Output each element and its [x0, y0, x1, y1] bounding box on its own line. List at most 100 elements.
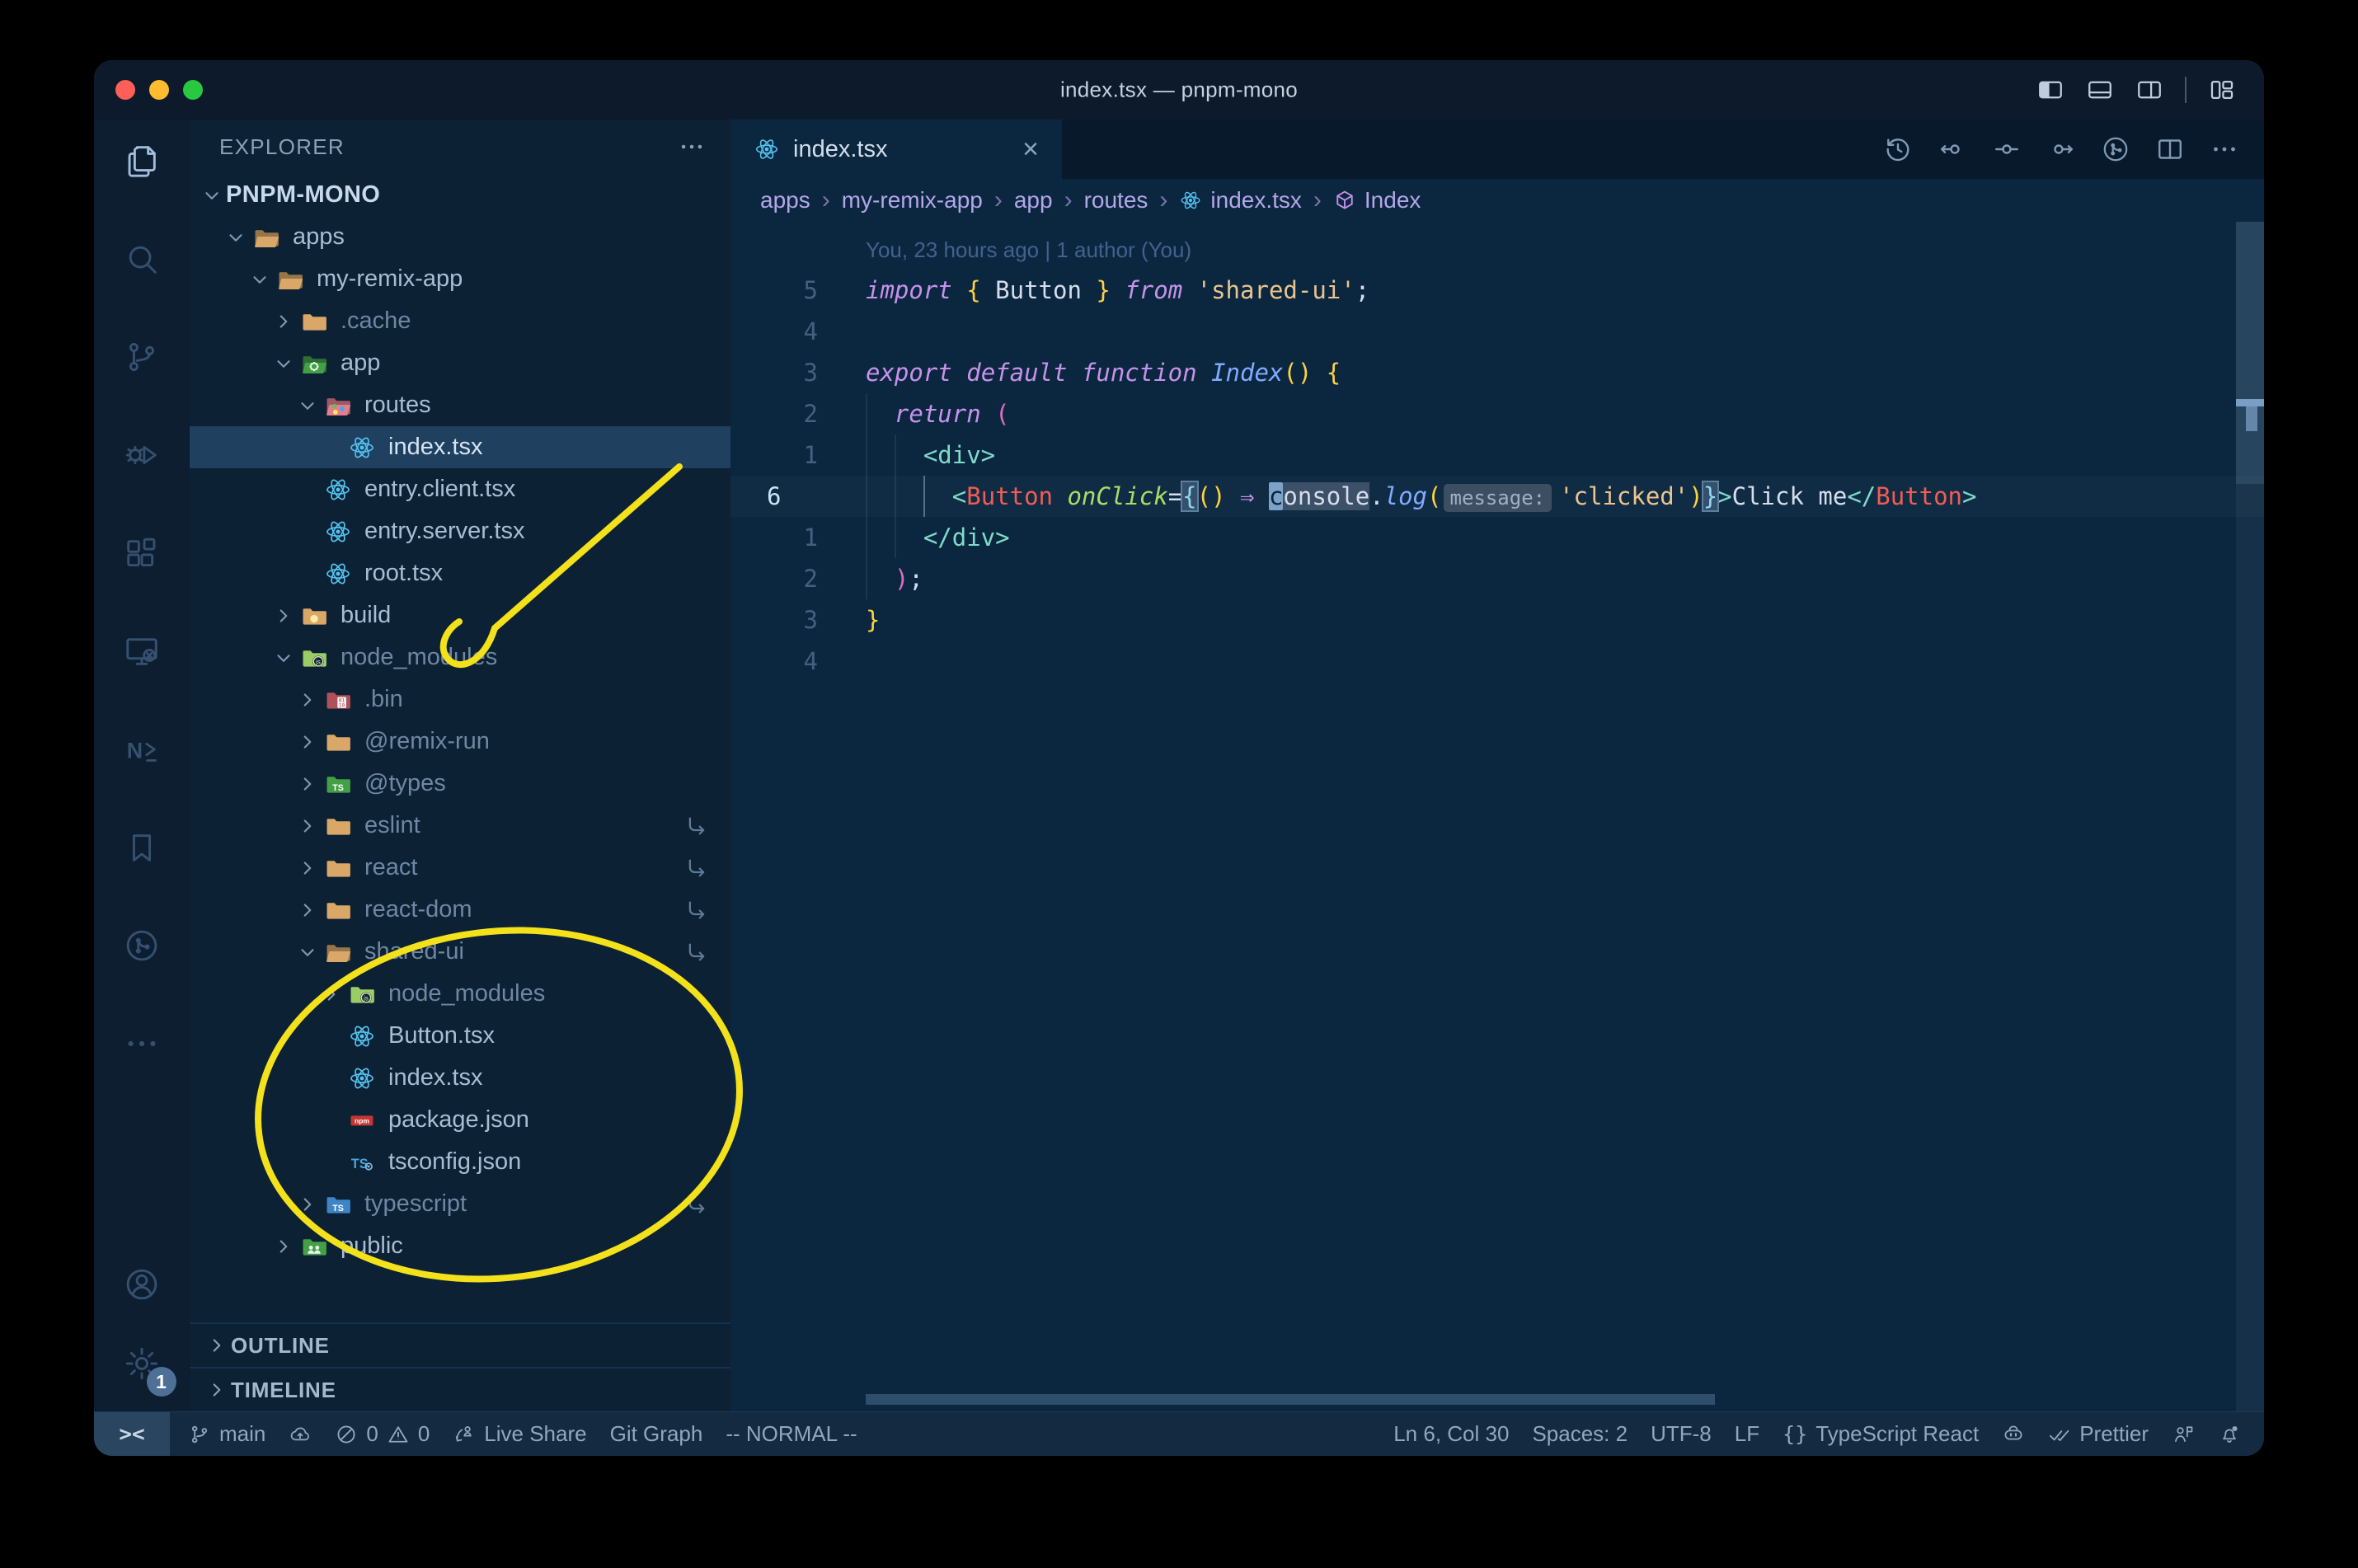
activity-explorer-icon[interactable]: [107, 126, 176, 195]
tree-item-label: Button.tsx: [388, 1022, 495, 1049]
breadcrumb-item-index.tsx[interactable]: index.tsx: [1179, 187, 1302, 214]
tree-item-package.json[interactable]: npm package.json: [190, 1099, 730, 1141]
minimize-button[interactable]: [149, 80, 169, 100]
tree-item-eslint[interactable]: eslint: [190, 805, 730, 847]
status-live-share[interactable]: Live Share: [441, 1412, 598, 1456]
activity-run-debug-icon[interactable]: [107, 420, 176, 490]
tree-item-my-remix-app[interactable]: my-remix-app: [190, 258, 730, 300]
status-cursor-position[interactable]: Ln 6, Col 30: [1382, 1412, 1520, 1456]
tree-item-@remix-run[interactable]: @remix-run: [190, 721, 730, 763]
explorer-more-actions-button[interactable]: [678, 133, 706, 161]
vertical-scrollbar[interactable]: [2236, 222, 2264, 1411]
breadcrumb-separator: ›: [821, 186, 830, 214]
breadcrumb-separator: ›: [1159, 186, 1168, 214]
status-vim-mode[interactable]: -- NORMAL --: [714, 1412, 868, 1456]
double-check-icon: [2048, 1423, 2071, 1446]
split-editor-icon[interactable]: [2155, 134, 2185, 164]
status-branch[interactable]: main: [176, 1412, 277, 1456]
activity-bookmarks-icon[interactable]: [107, 813, 176, 882]
status-eol[interactable]: LF: [1723, 1412, 1771, 1456]
git-graph-icon[interactable]: [2101, 134, 2130, 164]
tree-item-node-modules[interactable]: js node_modules: [190, 973, 730, 1015]
vertical-scrollbar-slider[interactable]: [2236, 222, 2264, 484]
tree-item-apps[interactable]: apps: [190, 216, 730, 258]
customize-layout-icon[interactable]: [2208, 76, 2236, 104]
status-label: main: [219, 1421, 266, 1446]
toggle-secondary-sidebar-icon[interactable]: [2135, 76, 2163, 104]
section-outline[interactable]: OUTLINE: [190, 1322, 730, 1367]
status-copilot[interactable]: [1990, 1412, 2036, 1456]
tab-bar: index.tsx ×: [730, 120, 2264, 179]
toggle-panel-icon[interactable]: [2086, 76, 2114, 104]
tree-item-react[interactable]: react: [190, 847, 730, 889]
horizontal-scrollbar-slider[interactable]: [866, 1394, 1715, 1405]
status-publish[interactable]: [277, 1412, 323, 1456]
zoom-button[interactable]: [183, 80, 203, 100]
tree-item-label: PNPM-MONO: [226, 181, 381, 208]
react-icon: [345, 1062, 378, 1095]
tree-item-node-modules[interactable]: js node_modules: [190, 636, 730, 678]
svg-text:TS: TS: [332, 1203, 344, 1213]
activity-accounts-icon[interactable]: [107, 1250, 176, 1319]
breadcrumb-item-apps[interactable]: apps: [760, 187, 810, 214]
file-tree: PNPM-MONO apps my-remix-app .cache app routes…: [190, 174, 730, 1267]
tree-item-pnpm-mono[interactable]: PNPM-MONO: [190, 174, 730, 216]
tree-item-public[interactable]: public: [190, 1225, 730, 1267]
tree-item-routes[interactable]: routes: [190, 384, 730, 426]
status-encoding[interactable]: UTF-8: [1639, 1412, 1723, 1456]
status-notifications[interactable]: [2206, 1412, 2252, 1456]
status-remote[interactable]: ><: [94, 1412, 170, 1456]
activity-search-icon[interactable]: [107, 224, 176, 293]
tree-item-button.tsx[interactable]: Button.tsx: [190, 1015, 730, 1057]
tab-index-tsx[interactable]: index.tsx ×: [730, 120, 1062, 179]
history-icon[interactable]: [1883, 134, 1913, 164]
more-icon[interactable]: [2210, 134, 2239, 164]
tree-item-react-dom[interactable]: react-dom: [190, 889, 730, 931]
breadcrumb-item-routes[interactable]: routes: [1084, 187, 1148, 214]
gitlens-left-icon[interactable]: [1938, 134, 1967, 164]
explorer-header: EXPLORER: [190, 120, 730, 174]
activity-extensions-icon[interactable]: [107, 519, 176, 588]
tree-item-.bin[interactable]: 01 10 .bin: [190, 678, 730, 721]
code-editor[interactable]: You, 23 hours ago | 1 author (You) 5 impor…: [730, 222, 2264, 1411]
chevron-down-icon: [270, 644, 298, 672]
gitlens-center-icon[interactable]: [1992, 134, 2022, 164]
code-text: export default function Index() {: [866, 359, 1341, 387]
tree-item-shared-ui[interactable]: shared-ui: [190, 931, 730, 973]
status-git-graph[interactable]: Git Graph: [599, 1412, 715, 1456]
status-problems[interactable]: 00: [323, 1412, 441, 1456]
tree-item-typescript[interactable]: TS typescript: [190, 1183, 730, 1225]
activity-bar-bottom: 1: [107, 1250, 176, 1411]
tree-item-root.tsx[interactable]: root.tsx: [190, 552, 730, 594]
toggle-primary-sidebar-icon[interactable]: [2036, 76, 2064, 104]
folder-bin-icon: 01 10: [322, 683, 355, 716]
breadcrumb-item-my-remix-app[interactable]: my-remix-app: [842, 187, 983, 214]
tree-item-build[interactable]: build: [190, 594, 730, 636]
tree-item-.cache[interactable]: .cache: [190, 300, 730, 342]
tab-close-icon[interactable]: ×: [1022, 135, 1039, 163]
status-feedback[interactable]: [2160, 1412, 2206, 1456]
tree-item-index.tsx[interactable]: index.tsx: [190, 426, 730, 468]
activity-more-views-icon[interactable]: [107, 1009, 176, 1078]
breadcrumb-item-app[interactable]: app: [1014, 187, 1053, 214]
section-timeline[interactable]: TIMELINE: [190, 1367, 730, 1411]
tree-item-entry.server.tsx[interactable]: entry.server.tsx: [190, 510, 730, 552]
tree-item-app[interactable]: app: [190, 342, 730, 384]
tree-item-label: react-dom: [364, 896, 472, 922]
tree-item-@types[interactable]: TS @types: [190, 763, 730, 805]
activity-source-control-icon[interactable]: [107, 322, 176, 392]
activity-settings-icon[interactable]: 1: [107, 1329, 176, 1398]
breadcrumb-item-index[interactable]: Index: [1333, 187, 1421, 214]
activity-git-graph-icon[interactable]: [107, 911, 176, 980]
tree-item-index.tsx[interactable]: index.tsx: [190, 1057, 730, 1099]
activity-remote-explorer-icon[interactable]: [107, 617, 176, 686]
status-formatter[interactable]: Prettier: [2036, 1412, 2160, 1456]
tree-item-tsconfig.json[interactable]: TS tsconfig.json: [190, 1141, 730, 1183]
tree-item-entry.client.tsx[interactable]: entry.client.tsx: [190, 468, 730, 510]
activity-nx-console-icon[interactable]: N: [107, 715, 176, 784]
status-language[interactable]: {} TypeScript React: [1771, 1412, 1990, 1456]
status-label: LF: [1734, 1421, 1760, 1446]
gitlens-right-icon[interactable]: [2046, 134, 2076, 164]
close-button[interactable]: [115, 80, 135, 100]
status-indentation[interactable]: Spaces: 2: [1520, 1412, 1639, 1456]
